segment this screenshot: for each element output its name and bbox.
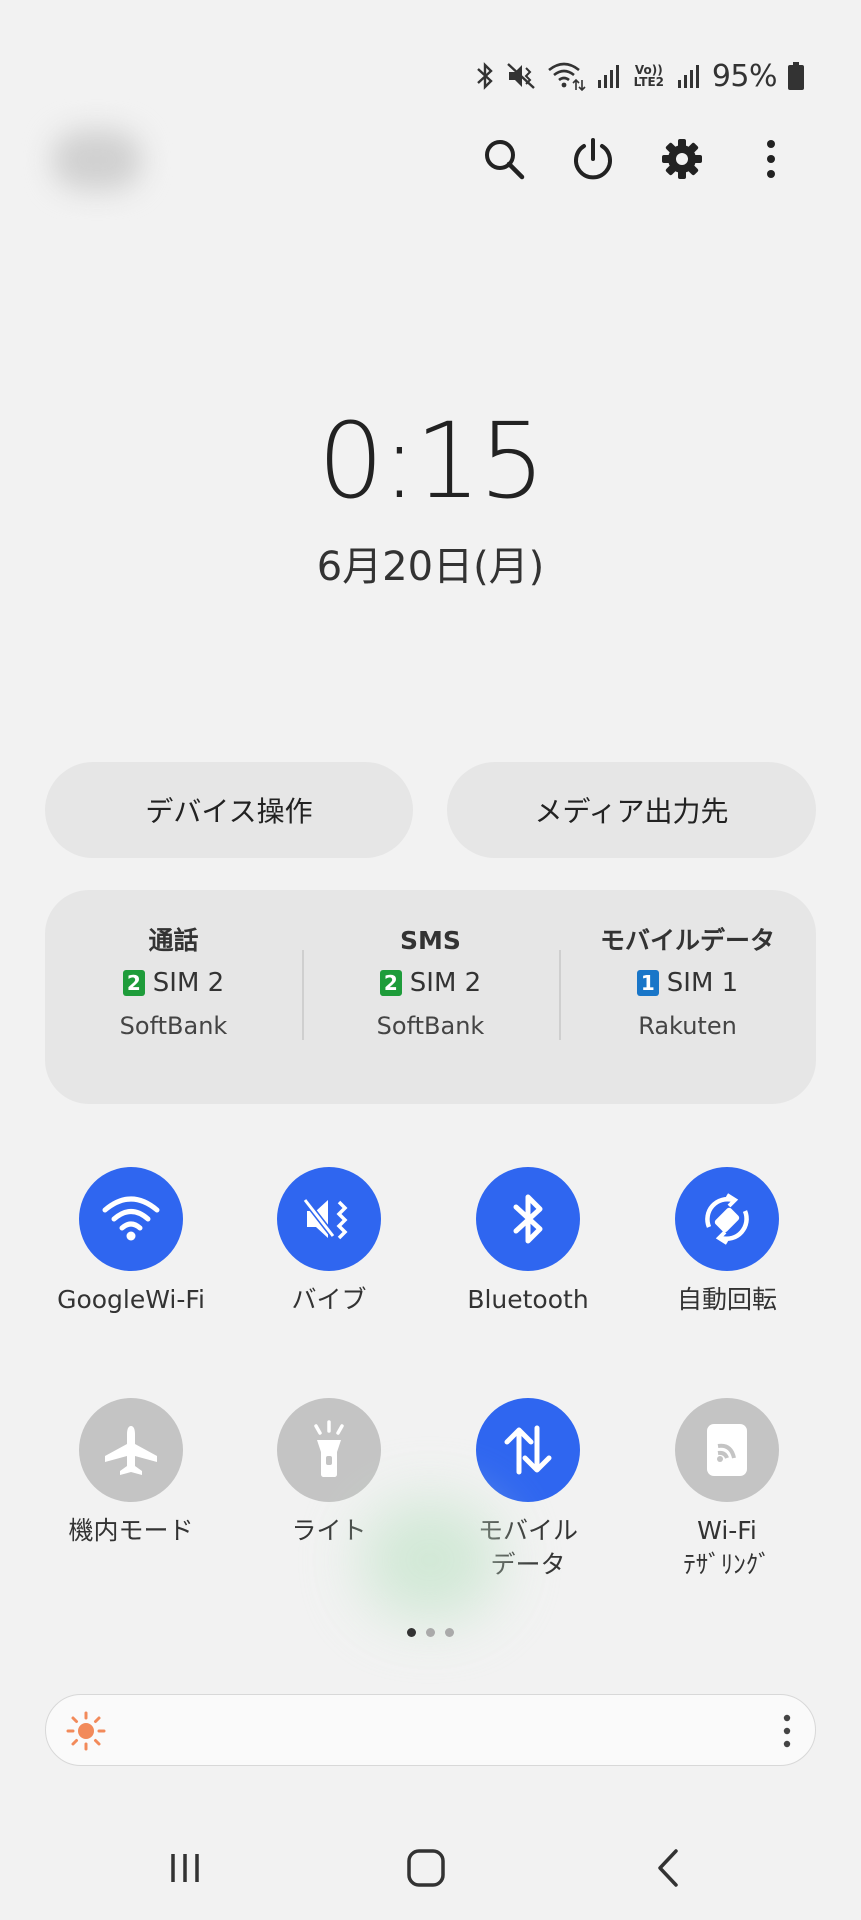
media-output-button[interactable]: メディア出力先 <box>447 762 816 858</box>
sim-column-title: 通話 <box>148 926 199 955</box>
flashlight-icon[interactable] <box>277 1398 381 1502</box>
back-icon[interactable] <box>628 1838 708 1898</box>
sim-carrier: SoftBank <box>119 1012 228 1040</box>
tile-label: GoogleWi-Fi <box>57 1285 205 1314</box>
sim-badge-icon: 2 <box>122 970 145 996</box>
sim-manager-panel[interactable]: 通話 2 SIM 2 SoftBank SMS 2 SIM 2 SoftBank… <box>45 890 816 1104</box>
sim-carrier: Rakuten <box>638 1012 737 1040</box>
signal-icon <box>677 65 699 88</box>
tile-airplane-mode[interactable]: 機内モード <box>32 1398 230 1548</box>
settings-icon[interactable] <box>654 131 710 187</box>
status-bar: Vo)) LTE2 95% <box>474 52 805 100</box>
page-dot[interactable] <box>426 1628 435 1637</box>
sim-label: SIM 2 <box>152 968 225 998</box>
sim-badge-icon: 1 <box>636 970 659 996</box>
sun-icon <box>66 1711 106 1751</box>
tile-auto-rotate[interactable]: 自動回転 <box>628 1167 826 1317</box>
tile-label: Wi-Fi <box>697 1516 757 1545</box>
more-icon[interactable] <box>743 131 799 187</box>
airplane-icon[interactable] <box>79 1398 183 1502</box>
sim-column-sms[interactable]: SMS 2 SIM 2 SoftBank <box>302 922 559 1046</box>
sim-badge-icon: 2 <box>379 970 402 996</box>
bluetooth-icon[interactable] <box>476 1167 580 1271</box>
device-control-button[interactable]: デバイス操作 <box>45 762 413 858</box>
sim-column-call[interactable]: 通話 2 SIM 2 SoftBank <box>45 922 302 1046</box>
sim-column-title: SMS <box>400 926 461 955</box>
tile-label: 自動回転 <box>676 1285 777 1314</box>
home-icon[interactable] <box>386 1838 466 1898</box>
recents-icon[interactable] <box>145 1838 225 1898</box>
signal-icon <box>597 65 619 88</box>
tile-wifi-tethering[interactable]: Wi-Fi ﾃｻﾞﾘﾝｸﾞ <box>628 1398 826 1582</box>
battery-percent: 95% <box>711 58 778 94</box>
wifi-icon <box>548 62 586 92</box>
sim-label: SIM 1 <box>666 968 739 998</box>
tile-label: ﾃｻﾞﾘﾝｸﾞ <box>683 1550 771 1579</box>
vibrate-icon[interactable] <box>277 1167 381 1271</box>
profile-avatar[interactable] <box>52 130 142 190</box>
sim-column-title: モバイルデータ <box>599 926 775 955</box>
touch-blur <box>360 1500 500 1620</box>
more-vertical-icon[interactable] <box>781 1713 793 1749</box>
page-dot[interactable] <box>407 1628 416 1637</box>
page-dot[interactable] <box>445 1628 454 1637</box>
sim-column-mobile-data[interactable]: モバイルデータ 1 SIM 1 Rakuten <box>559 922 816 1046</box>
clock-date[interactable]: 6月20日(月) <box>0 534 861 592</box>
search-icon[interactable] <box>476 131 532 187</box>
page-indicator[interactable] <box>0 1628 861 1637</box>
clock-time[interactable]: 0:15 <box>0 400 861 522</box>
tile-bluetooth[interactable]: Bluetooth <box>429 1167 627 1317</box>
mobile-data-icon[interactable] <box>476 1398 580 1502</box>
wifi-icon[interactable] <box>79 1167 183 1271</box>
tile-label: Bluetooth <box>467 1285 589 1314</box>
auto-rotate-icon[interactable] <box>675 1167 779 1271</box>
bluetooth-icon <box>476 62 493 90</box>
tile-label: 機内モード <box>68 1516 194 1545</box>
tile-vibrate[interactable]: バイブ <box>230 1167 428 1317</box>
sim-carrier: SoftBank <box>376 1012 485 1040</box>
volte-lte-icon: Vo)) LTE2 <box>633 63 665 89</box>
brightness-slider[interactable] <box>45 1694 816 1766</box>
power-icon[interactable] <box>565 131 621 187</box>
wifi-tethering-icon[interactable] <box>675 1398 779 1502</box>
tile-label: バイブ <box>291 1285 367 1314</box>
sim-label: SIM 2 <box>409 968 482 998</box>
tile-wifi[interactable]: GoogleWi-Fi <box>32 1167 230 1317</box>
vibrate-icon <box>506 63 535 89</box>
battery-icon <box>788 62 804 90</box>
